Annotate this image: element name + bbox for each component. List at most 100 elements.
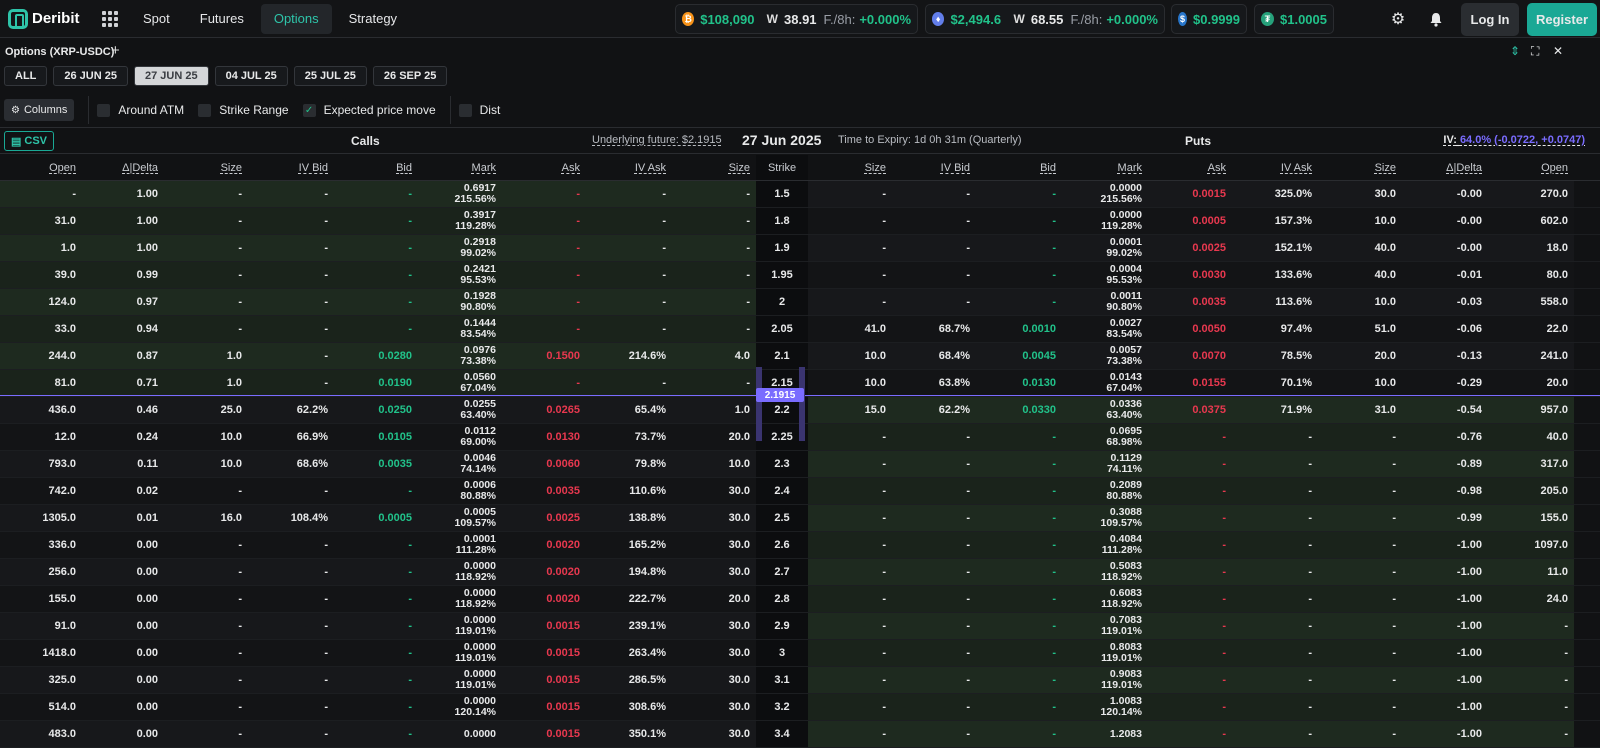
put-cell[interactable]: 11.0 (1488, 559, 1574, 585)
call-cell[interactable]: 30.0 (672, 559, 756, 585)
put-cell[interactable]: - (892, 208, 976, 234)
put-header-cell[interactable]: IV Ask (1232, 155, 1318, 180)
call-cell[interactable]: 286.5% (586, 667, 672, 693)
call-cell[interactable]: 62.2% (248, 397, 334, 423)
put-cell[interactable]: -0.99 (1402, 505, 1488, 531)
call-mark-cell[interactable]: 0.0000 118.92% (418, 559, 502, 585)
call-cell[interactable]: 25.0 (164, 397, 248, 423)
put-cell[interactable]: -0.98 (1402, 478, 1488, 504)
call-cell[interactable]: - (586, 235, 672, 261)
put-header-cell[interactable]: Size (808, 155, 892, 180)
call-cell[interactable]: 73.7% (586, 424, 672, 450)
put-cell[interactable]: -0.06 (1402, 316, 1488, 342)
call-cell[interactable]: - (586, 262, 672, 288)
expiry-tab[interactable]: 04 JUL 25 (214, 66, 288, 86)
put-cell[interactable]: 71.9% (1232, 397, 1318, 423)
put-header-cell[interactable]: Mark (1062, 155, 1148, 180)
put-mark-cell[interactable]: 0.5083 118.92% (1062, 559, 1148, 585)
fullscreen-icon[interactable]: ⛶ (1531, 44, 1539, 59)
put-cell[interactable]: - (1232, 640, 1318, 666)
call-cell[interactable]: 1418.0 (0, 640, 82, 666)
call-cell[interactable]: 0.0020 (502, 586, 586, 612)
put-cell[interactable]: -0.01 (1402, 262, 1488, 288)
put-cell[interactable]: - (808, 478, 892, 504)
put-cell[interactable]: 18.0 (1488, 235, 1574, 261)
columns-button[interactable]: ⚙ Columns (4, 99, 75, 121)
put-cell[interactable]: - (808, 208, 892, 234)
put-cell[interactable]: - (1488, 694, 1574, 720)
dist-checkbox[interactable] (458, 103, 472, 117)
call-cell[interactable]: 256.0 (0, 559, 82, 585)
put-cell[interactable]: - (808, 559, 892, 585)
put-cell[interactable]: - (976, 262, 1062, 288)
put-cell[interactable]: - (976, 667, 1062, 693)
put-cell[interactable]: - (1148, 667, 1232, 693)
put-cell[interactable]: 152.1% (1232, 235, 1318, 261)
call-cell[interactable]: 30.0 (672, 721, 756, 747)
put-mark-cell[interactable]: 0.9083 119.01% (1062, 667, 1148, 693)
put-cell[interactable]: 157.3% (1232, 208, 1318, 234)
put-header-cell[interactable]: Bid (976, 155, 1062, 180)
put-mark-cell[interactable]: 0.7083 119.01% (1062, 613, 1148, 639)
put-mark-cell[interactable]: 0.2089 80.88% (1062, 478, 1148, 504)
call-cell[interactable]: 30.0 (672, 694, 756, 720)
put-cell[interactable]: 1097.0 (1488, 532, 1574, 558)
put-cell[interactable]: - (892, 478, 976, 504)
call-mark-cell[interactable]: 0.3917 119.28% (418, 208, 502, 234)
call-cell[interactable]: 325.0 (0, 667, 82, 693)
call-cell[interactable]: 793.0 (0, 451, 82, 477)
nav-futures[interactable]: Futures (187, 4, 257, 34)
call-cell[interactable]: 0.1500 (502, 343, 586, 369)
put-cell[interactable]: 0.0030 (1148, 262, 1232, 288)
add-panel-plus-icon[interactable]: + (111, 42, 120, 59)
put-cell[interactable]: - (808, 586, 892, 612)
call-cell[interactable]: 742.0 (0, 478, 82, 504)
put-cell[interactable]: - (1318, 667, 1402, 693)
call-cell[interactable]: 0.87 (82, 343, 164, 369)
call-cell[interactable]: 0.0015 (502, 694, 586, 720)
put-cell[interactable]: - (976, 721, 1062, 747)
btc-ticker[interactable]: ₿ $108,090 W 38.91 F./8h: +0.000% (675, 4, 918, 34)
call-cell[interactable]: 4.0 (672, 343, 756, 369)
call-cell[interactable]: 155.0 (0, 586, 82, 612)
call-cell[interactable]: - (248, 559, 334, 585)
call-cell[interactable]: 81.0 (0, 370, 82, 396)
put-cell[interactable]: - (1318, 586, 1402, 612)
put-cell[interactable]: - (976, 694, 1062, 720)
put-cell[interactable]: 40.0 (1318, 262, 1402, 288)
call-cell[interactable]: 0.24 (82, 424, 164, 450)
call-mark-cell[interactable]: 0.2918 99.02% (418, 235, 502, 261)
call-cell[interactable]: - (164, 208, 248, 234)
put-cell[interactable]: 317.0 (1488, 451, 1574, 477)
table-row[interactable]: 514.0 0.00- - -0.0000 120.14% 0.0015 308.6% 30.… (0, 694, 1600, 721)
call-cell[interactable]: - (248, 370, 334, 396)
put-cell[interactable]: 0.0015 (1148, 181, 1232, 207)
put-cell[interactable]: 68.4% (892, 343, 976, 369)
put-cell[interactable]: - (1148, 694, 1232, 720)
call-cell[interactable]: 0.0250 (334, 397, 418, 423)
call-cell[interactable]: - (334, 208, 418, 234)
put-cell[interactable]: - (892, 262, 976, 288)
put-cell[interactable]: 78.5% (1232, 343, 1318, 369)
call-cell[interactable]: 30.0 (672, 613, 756, 639)
put-cell[interactable]: -0.00 (1402, 208, 1488, 234)
put-mark-cell[interactable]: 0.6083 118.92% (1062, 586, 1148, 612)
call-cell[interactable]: - (248, 478, 334, 504)
put-cell[interactable]: - (1488, 613, 1574, 639)
call-cell[interactable]: - (164, 316, 248, 342)
put-cell[interactable]: -1.00 (1402, 586, 1488, 612)
call-cell[interactable]: 68.6% (248, 451, 334, 477)
put-cell[interactable]: - (1148, 424, 1232, 450)
put-mark-cell[interactable]: 0.1129 74.11% (1062, 451, 1148, 477)
call-cell[interactable]: - (164, 262, 248, 288)
put-mark-cell[interactable]: 0.0011 90.80% (1062, 289, 1148, 315)
call-cell[interactable]: - (334, 181, 418, 207)
call-cell[interactable]: - (672, 262, 756, 288)
call-cell[interactable]: - (164, 667, 248, 693)
call-cell[interactable]: - (164, 181, 248, 207)
put-cell[interactable]: - (892, 424, 976, 450)
put-cell[interactable]: - (1232, 694, 1318, 720)
put-cell[interactable]: 63.8% (892, 370, 976, 396)
table-row[interactable]: 1305.0 0.01 16.0 108.4% 0.0005 0.0005 109.57% 0… (0, 505, 1600, 532)
put-cell[interactable]: -0.29 (1402, 370, 1488, 396)
